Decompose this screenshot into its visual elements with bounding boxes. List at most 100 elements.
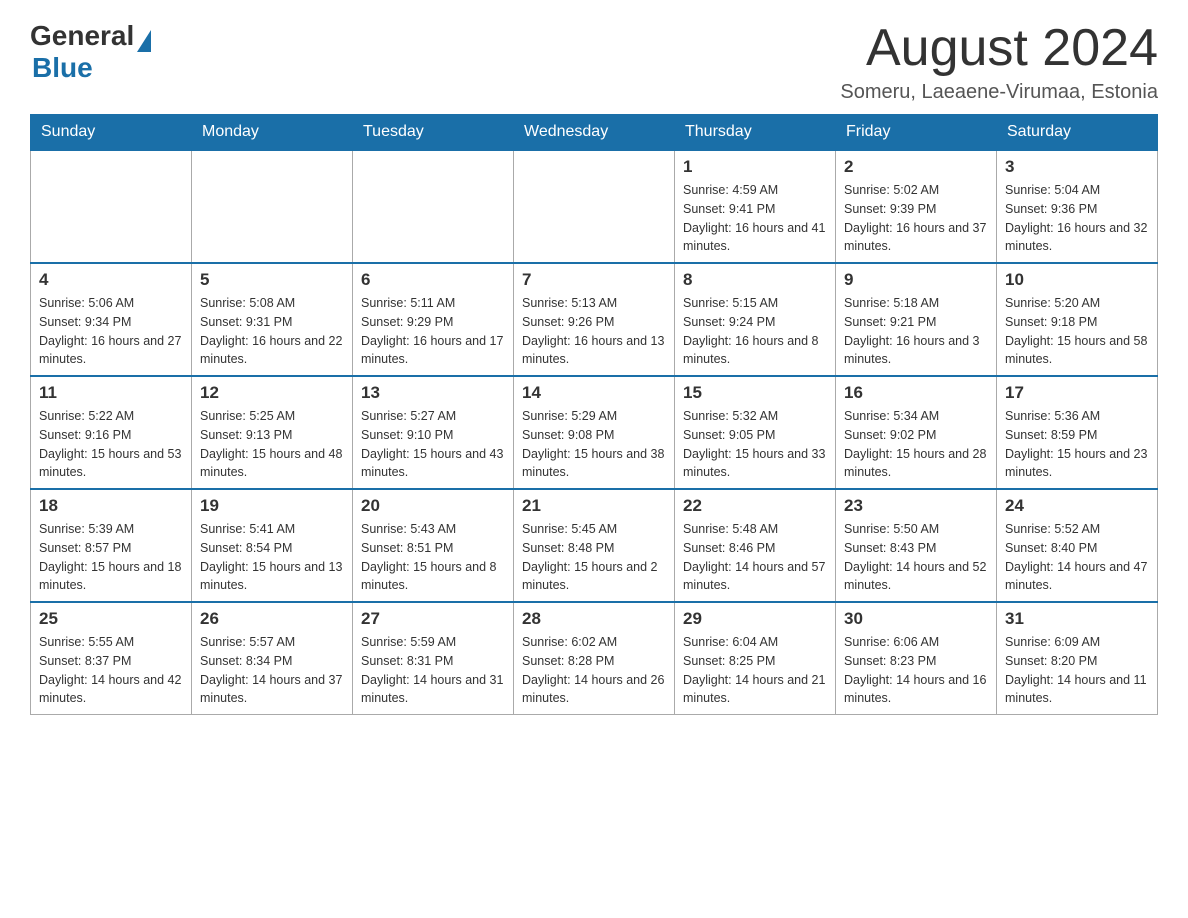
calendar-cell-w5-d3: 28 Sunrise: 6:02 AMSunset: 8:28 PMDayligh… xyxy=(514,602,675,715)
day-number-8: 8 xyxy=(683,270,827,290)
day-number-31: 31 xyxy=(1005,609,1149,629)
calendar-cell-w5-d0: 25 Sunrise: 5:55 AMSunset: 8:37 PMDayligh… xyxy=(31,602,192,715)
calendar-cell-w3-d0: 11 Sunrise: 5:22 AMSunset: 9:16 PMDayligh… xyxy=(31,376,192,489)
page-title: August 2024 xyxy=(840,20,1158,77)
day-number-16: 16 xyxy=(844,383,988,403)
day-number-15: 15 xyxy=(683,383,827,403)
day-info-8: Sunrise: 5:15 AMSunset: 9:24 PMDaylight:… xyxy=(683,294,827,369)
page-subtitle: Someru, Laeaene-Virumaa, Estonia xyxy=(840,81,1158,104)
day-number-10: 10 xyxy=(1005,270,1149,290)
day-number-25: 25 xyxy=(39,609,183,629)
week-row-3: 11 Sunrise: 5:22 AMSunset: 9:16 PMDayligh… xyxy=(31,376,1158,489)
day-number-27: 27 xyxy=(361,609,505,629)
calendar-cell-w4-d0: 18 Sunrise: 5:39 AMSunset: 8:57 PMDayligh… xyxy=(31,489,192,602)
day-number-30: 30 xyxy=(844,609,988,629)
col-thursday: Thursday xyxy=(675,115,836,151)
calendar-cell-w1-d1 xyxy=(192,150,353,263)
logo-triangle-icon xyxy=(137,30,151,52)
day-info-15: Sunrise: 5:32 AMSunset: 9:05 PMDaylight:… xyxy=(683,407,827,482)
calendar-cell-w2-d6: 10 Sunrise: 5:20 AMSunset: 9:18 PMDayligh… xyxy=(997,263,1158,376)
day-info-21: Sunrise: 5:45 AMSunset: 8:48 PMDaylight:… xyxy=(522,520,666,595)
day-number-29: 29 xyxy=(683,609,827,629)
day-info-17: Sunrise: 5:36 AMSunset: 8:59 PMDaylight:… xyxy=(1005,407,1149,482)
day-info-7: Sunrise: 5:13 AMSunset: 9:26 PMDaylight:… xyxy=(522,294,666,369)
calendar-cell-w2-d1: 5 Sunrise: 5:08 AMSunset: 9:31 PMDaylight… xyxy=(192,263,353,376)
day-number-1: 1 xyxy=(683,157,827,177)
calendar-cell-w1-d2 xyxy=(353,150,514,263)
day-number-28: 28 xyxy=(522,609,666,629)
day-number-21: 21 xyxy=(522,496,666,516)
day-number-14: 14 xyxy=(522,383,666,403)
calendar-cell-w1-d4: 1 Sunrise: 4:59 AMSunset: 9:41 PMDaylight… xyxy=(675,150,836,263)
day-number-26: 26 xyxy=(200,609,344,629)
calendar-cell-w5-d2: 27 Sunrise: 5:59 AMSunset: 8:31 PMDayligh… xyxy=(353,602,514,715)
day-info-29: Sunrise: 6:04 AMSunset: 8:25 PMDaylight:… xyxy=(683,633,827,708)
day-info-26: Sunrise: 5:57 AMSunset: 8:34 PMDaylight:… xyxy=(200,633,344,708)
day-number-12: 12 xyxy=(200,383,344,403)
calendar-cell-w3-d3: 14 Sunrise: 5:29 AMSunset: 9:08 PMDayligh… xyxy=(514,376,675,489)
day-number-17: 17 xyxy=(1005,383,1149,403)
calendar-cell-w2-d5: 9Sunrise: 5:18 AMSunset: 9:21 PMDaylight… xyxy=(836,263,997,376)
calendar-cell-w4-d4: 22Sunrise: 5:48 AMSunset: 8:46 PMDayligh… xyxy=(675,489,836,602)
calendar-cell-w2-d0: 4Sunrise: 5:06 AMSunset: 9:34 PMDaylight… xyxy=(31,263,192,376)
day-info-23: Sunrise: 5:50 AMSunset: 8:43 PMDaylight:… xyxy=(844,520,988,595)
col-sunday: Sunday xyxy=(31,115,192,151)
col-saturday: Saturday xyxy=(997,115,1158,151)
calendar-cell-w3-d4: 15 Sunrise: 5:32 AMSunset: 9:05 PMDayligh… xyxy=(675,376,836,489)
calendar-cell-w1-d3 xyxy=(514,150,675,263)
week-row-4: 18 Sunrise: 5:39 AMSunset: 8:57 PMDayligh… xyxy=(31,489,1158,602)
day-info-25: Sunrise: 5:55 AMSunset: 8:37 PMDaylight:… xyxy=(39,633,183,708)
day-info-12: Sunrise: 5:25 AMSunset: 9:13 PMDaylight:… xyxy=(200,407,344,482)
day-info-6: Sunrise: 5:11 AMSunset: 9:29 PMDaylight:… xyxy=(361,294,505,369)
week-row-2: 4Sunrise: 5:06 AMSunset: 9:34 PMDaylight… xyxy=(31,263,1158,376)
day-info-1: Sunrise: 4:59 AMSunset: 9:41 PMDaylight:… xyxy=(683,181,827,256)
calendar-cell-w4-d1: 19Sunrise: 5:41 AMSunset: 8:54 PMDayligh… xyxy=(192,489,353,602)
day-info-16: Sunrise: 5:34 AMSunset: 9:02 PMDaylight:… xyxy=(844,407,988,482)
day-number-24: 24 xyxy=(1005,496,1149,516)
day-info-28: Sunrise: 6:02 AMSunset: 8:28 PMDaylight:… xyxy=(522,633,666,708)
logo: General Blue xyxy=(30,20,151,84)
day-number-18: 18 xyxy=(39,496,183,516)
day-number-3: 3 xyxy=(1005,157,1149,177)
day-info-18: Sunrise: 5:39 AMSunset: 8:57 PMDaylight:… xyxy=(39,520,183,595)
day-number-6: 6 xyxy=(361,270,505,290)
week-row-5: 25 Sunrise: 5:55 AMSunset: 8:37 PMDayligh… xyxy=(31,602,1158,715)
day-info-9: Sunrise: 5:18 AMSunset: 9:21 PMDaylight:… xyxy=(844,294,988,369)
calendar-header-row: Sunday Monday Tuesday Wednesday Thursday… xyxy=(31,115,1158,151)
day-number-5: 5 xyxy=(200,270,344,290)
day-number-22: 22 xyxy=(683,496,827,516)
day-info-4: Sunrise: 5:06 AMSunset: 9:34 PMDaylight:… xyxy=(39,294,183,369)
calendar-cell-w2-d4: 8 Sunrise: 5:15 AMSunset: 9:24 PMDaylight… xyxy=(675,263,836,376)
calendar-cell-w3-d1: 12 Sunrise: 5:25 AMSunset: 9:13 PMDayligh… xyxy=(192,376,353,489)
day-number-7: 7 xyxy=(522,270,666,290)
calendar-cell-w4-d5: 23Sunrise: 5:50 AMSunset: 8:43 PMDayligh… xyxy=(836,489,997,602)
calendar-cell-w3-d2: 13Sunrise: 5:27 AMSunset: 9:10 PMDayligh… xyxy=(353,376,514,489)
day-info-27: Sunrise: 5:59 AMSunset: 8:31 PMDaylight:… xyxy=(361,633,505,708)
week-row-1: 1 Sunrise: 4:59 AMSunset: 9:41 PMDaylight… xyxy=(31,150,1158,263)
calendar-cell-w1-d5: 2Sunrise: 5:02 AMSunset: 9:39 PMDaylight… xyxy=(836,150,997,263)
calendar-cell-w4-d2: 20Sunrise: 5:43 AMSunset: 8:51 PMDayligh… xyxy=(353,489,514,602)
calendar-cell-w1-d0 xyxy=(31,150,192,263)
col-wednesday: Wednesday xyxy=(514,115,675,151)
calendar-cell-w3-d5: 16 Sunrise: 5:34 AMSunset: 9:02 PMDayligh… xyxy=(836,376,997,489)
calendar-cell-w4-d6: 24Sunrise: 5:52 AMSunset: 8:40 PMDayligh… xyxy=(997,489,1158,602)
day-info-10: Sunrise: 5:20 AMSunset: 9:18 PMDaylight:… xyxy=(1005,294,1149,369)
logo-blue-text: Blue xyxy=(32,52,151,84)
calendar-cell-w4-d3: 21 Sunrise: 5:45 AMSunset: 8:48 PMDayligh… xyxy=(514,489,675,602)
calendar-cell-w3-d6: 17 Sunrise: 5:36 AMSunset: 8:59 PMDayligh… xyxy=(997,376,1158,489)
calendar-table: Sunday Monday Tuesday Wednesday Thursday… xyxy=(30,114,1158,715)
calendar-cell-w1-d6: 3 Sunrise: 5:04 AMSunset: 9:36 PMDaylight… xyxy=(997,150,1158,263)
day-info-14: Sunrise: 5:29 AMSunset: 9:08 PMDaylight:… xyxy=(522,407,666,482)
calendar-cell-w2-d2: 6 Sunrise: 5:11 AMSunset: 9:29 PMDaylight… xyxy=(353,263,514,376)
day-info-2: Sunrise: 5:02 AMSunset: 9:39 PMDaylight:… xyxy=(844,181,988,256)
col-friday: Friday xyxy=(836,115,997,151)
calendar-cell-w2-d3: 7 Sunrise: 5:13 AMSunset: 9:26 PMDaylight… xyxy=(514,263,675,376)
day-info-3: Sunrise: 5:04 AMSunset: 9:36 PMDaylight:… xyxy=(1005,181,1149,256)
col-monday: Monday xyxy=(192,115,353,151)
day-number-11: 11 xyxy=(39,383,183,403)
day-info-5: Sunrise: 5:08 AMSunset: 9:31 PMDaylight:… xyxy=(200,294,344,369)
page-header: General Blue August 2024 Someru, Laeaene… xyxy=(30,20,1158,104)
day-info-11: Sunrise: 5:22 AMSunset: 9:16 PMDaylight:… xyxy=(39,407,183,482)
calendar-cell-w5-d1: 26 Sunrise: 5:57 AMSunset: 8:34 PMDayligh… xyxy=(192,602,353,715)
day-info-31: Sunrise: 6:09 AMSunset: 8:20 PMDaylight:… xyxy=(1005,633,1149,708)
